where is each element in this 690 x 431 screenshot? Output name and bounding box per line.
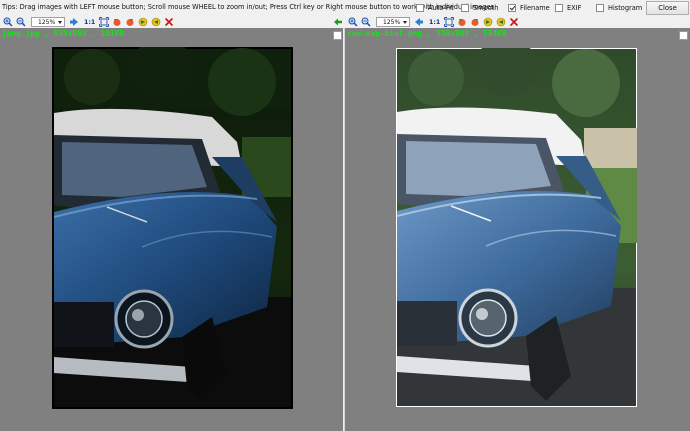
right-image-pane[interactable]: raw-exp-hist.png , 539x803 , 584KB bbox=[345, 28, 690, 431]
zoom-select[interactable]: 125% bbox=[31, 17, 65, 27]
close-button[interactable]: Close bbox=[646, 1, 689, 15]
filename-label: Filename bbox=[520, 4, 550, 12]
right-toolbar: 125% 1:1 bbox=[347, 16, 690, 28]
rotate-right-icon[interactable] bbox=[469, 17, 480, 28]
exif-check[interactable] bbox=[555, 4, 563, 12]
filename-checkbox[interactable]: Filename bbox=[508, 3, 550, 13]
left-car-photo[interactable] bbox=[52, 47, 293, 409]
next-icon[interactable] bbox=[137, 17, 148, 28]
smooth-label: Smooth bbox=[473, 4, 499, 12]
left-image-pane[interactable]: jpeg.jpg , 539x803 , 281KB bbox=[0, 28, 343, 431]
sync-arrow-icon[interactable] bbox=[332, 17, 343, 28]
rotate-right-icon[interactable] bbox=[124, 17, 135, 28]
histogram-check[interactable] bbox=[596, 4, 604, 12]
zoom-value: 125% bbox=[383, 18, 401, 26]
actual-size-button[interactable]: 1:1 bbox=[429, 19, 440, 26]
previous-icon[interactable] bbox=[150, 17, 161, 28]
smooth-check[interactable] bbox=[461, 4, 469, 12]
smooth-checkbox[interactable]: Smooth bbox=[461, 3, 498, 13]
left-toolbar: 125% 1:1 bbox=[2, 16, 343, 28]
right-image-caption: raw-exp-hist.png , 539x803 , 584KB bbox=[347, 29, 507, 38]
histogram-checkbox[interactable]: Histogram bbox=[596, 3, 642, 13]
rotate-left-icon[interactable] bbox=[456, 17, 467, 28]
delete-icon[interactable] bbox=[508, 17, 519, 28]
next-icon[interactable] bbox=[482, 17, 493, 28]
zoom-in-icon[interactable] bbox=[347, 17, 358, 28]
autofit-check[interactable] bbox=[416, 4, 424, 12]
right-car-photo[interactable] bbox=[396, 48, 637, 407]
fit-to-window-icon[interactable] bbox=[443, 17, 454, 28]
zoom-out-icon[interactable] bbox=[360, 17, 371, 28]
zoom-out-icon[interactable] bbox=[15, 17, 26, 28]
actual-size-button[interactable]: 1:1 bbox=[84, 19, 95, 26]
right-select-checkbox[interactable] bbox=[679, 31, 688, 40]
filename-check[interactable] bbox=[508, 4, 516, 12]
exif-checkbox[interactable]: EXIF bbox=[555, 3, 581, 13]
exif-label: EXIF bbox=[567, 4, 582, 12]
histogram-label: Histogram bbox=[608, 4, 643, 12]
fit-to-window-icon[interactable] bbox=[98, 17, 109, 28]
autofit-checkbox[interactable]: Auto-Fit bbox=[416, 3, 454, 13]
left-image-caption: jpeg.jpg , 539x803 , 281KB bbox=[2, 29, 125, 38]
zoom-in-icon[interactable] bbox=[2, 17, 13, 28]
zoom-value: 125% bbox=[38, 18, 56, 26]
left-select-checkbox[interactable] bbox=[333, 31, 342, 40]
top-bar: Tips: Drag images with LEFT mouse button… bbox=[0, 0, 690, 16]
chevron-down-icon bbox=[403, 20, 407, 24]
previous-image-icon[interactable] bbox=[413, 17, 424, 28]
previous-icon[interactable] bbox=[495, 17, 506, 28]
next-image-icon[interactable] bbox=[68, 17, 79, 28]
rotate-left-icon[interactable] bbox=[111, 17, 122, 28]
delete-icon[interactable] bbox=[163, 17, 174, 28]
chevron-down-icon bbox=[58, 20, 62, 24]
zoom-select[interactable]: 125% bbox=[376, 17, 410, 27]
autofit-label: Auto-Fit bbox=[428, 4, 454, 12]
